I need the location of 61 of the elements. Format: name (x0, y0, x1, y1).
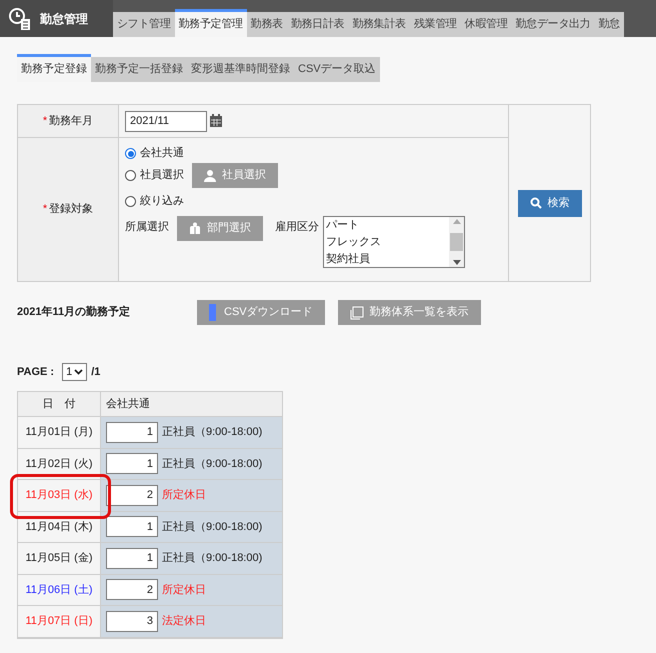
search-button[interactable]: 検索 (518, 190, 582, 216)
sub-tab[interactable]: 変形週基準時間登録 (187, 57, 294, 82)
radio-button[interactable] (125, 196, 136, 207)
field-label: 勤務年月 (49, 114, 94, 129)
shift-label: 法定休日 (162, 614, 206, 629)
nav-tab[interactable]: 勤務集計表 (348, 12, 410, 37)
column-header: 日 付 (18, 392, 101, 416)
count-input[interactable]: 1 (106, 453, 158, 474)
calendar-icon[interactable] (209, 114, 223, 128)
month-input[interactable]: 2021/11 (125, 110, 207, 132)
sub-tab[interactable]: 勤務予定一括登録 (91, 57, 187, 82)
radio-button[interactable] (125, 170, 136, 181)
field-label: 登録対象 (49, 202, 94, 218)
scrollbar-thumb[interactable] (450, 233, 463, 251)
count-input[interactable]: 2 (106, 484, 158, 506)
count-input[interactable]: 3 (106, 610, 158, 632)
nav-tab[interactable]: 勤務表 (246, 12, 287, 37)
required-mark: * (42, 114, 48, 129)
shift-label: 所定休日 (162, 488, 206, 503)
list-option[interactable]: 契約社員 (326, 251, 449, 268)
radio-label[interactable]: 会社共通 (140, 145, 184, 162)
page-total: /1 (91, 364, 100, 380)
radio-label[interactable]: 社員選択 (140, 167, 184, 184)
shift-label: 正社員（9:00-18:00) (162, 520, 262, 534)
employment-listbox[interactable]: パート フレックス 契約社員 (323, 216, 465, 268)
page-label: PAGE : (17, 364, 54, 380)
bar-icon (209, 304, 216, 321)
count-input[interactable]: 1 (106, 548, 158, 569)
shift-label: 正社員（9:00-18:00) (162, 425, 262, 440)
field-label: 雇用区分 (275, 220, 319, 235)
shift-label: 正社員（9:00-18:00) (162, 551, 262, 566)
page-select[interactable]: 1 (62, 363, 88, 381)
list-option[interactable]: フレックス (326, 234, 449, 251)
count-input[interactable]: 1 (106, 422, 158, 443)
shift-label: 所定休日 (162, 582, 206, 598)
list-option[interactable]: パート (326, 217, 449, 234)
column-header: 会社共通 (101, 392, 282, 416)
search-icon (530, 197, 542, 209)
required-mark: * (42, 202, 48, 218)
nav-tab[interactable]: 勤怠データ出力 (511, 12, 594, 37)
sub-tab[interactable]: CSVデータ取込 (294, 57, 380, 82)
nav-tab[interactable]: 休暇管理 (460, 12, 512, 37)
radio-button[interactable] (125, 148, 136, 159)
chevron-down-icon (74, 369, 84, 375)
people-icon (189, 222, 201, 235)
scroll-down-icon[interactable] (452, 260, 460, 265)
radio-label[interactable]: 絞り込み (140, 193, 184, 210)
field-label: 所属選択 (125, 220, 169, 235)
window-icon (350, 306, 364, 320)
nav-tab[interactable]: 勤務日計表 (286, 12, 348, 37)
schedule-title: 2021年11月の勤務予定 (17, 304, 132, 320)
nav-tab[interactable]: 残業管理 (410, 12, 461, 37)
count-input[interactable]: 1 (106, 516, 158, 538)
person-icon (204, 170, 216, 182)
nav-tab[interactable]: 勤怠 (594, 12, 624, 37)
count-input[interactable]: 2 (106, 579, 158, 600)
nav-tab[interactable]: 勤務予定管理 (174, 9, 247, 37)
clock-document-icon (8, 6, 32, 30)
shift-label: 正社員（9:00-18:00) (162, 456, 262, 472)
nav-tab[interactable]: シフト管理 (113, 12, 175, 37)
app-title: 勤怠管理 (40, 10, 88, 28)
